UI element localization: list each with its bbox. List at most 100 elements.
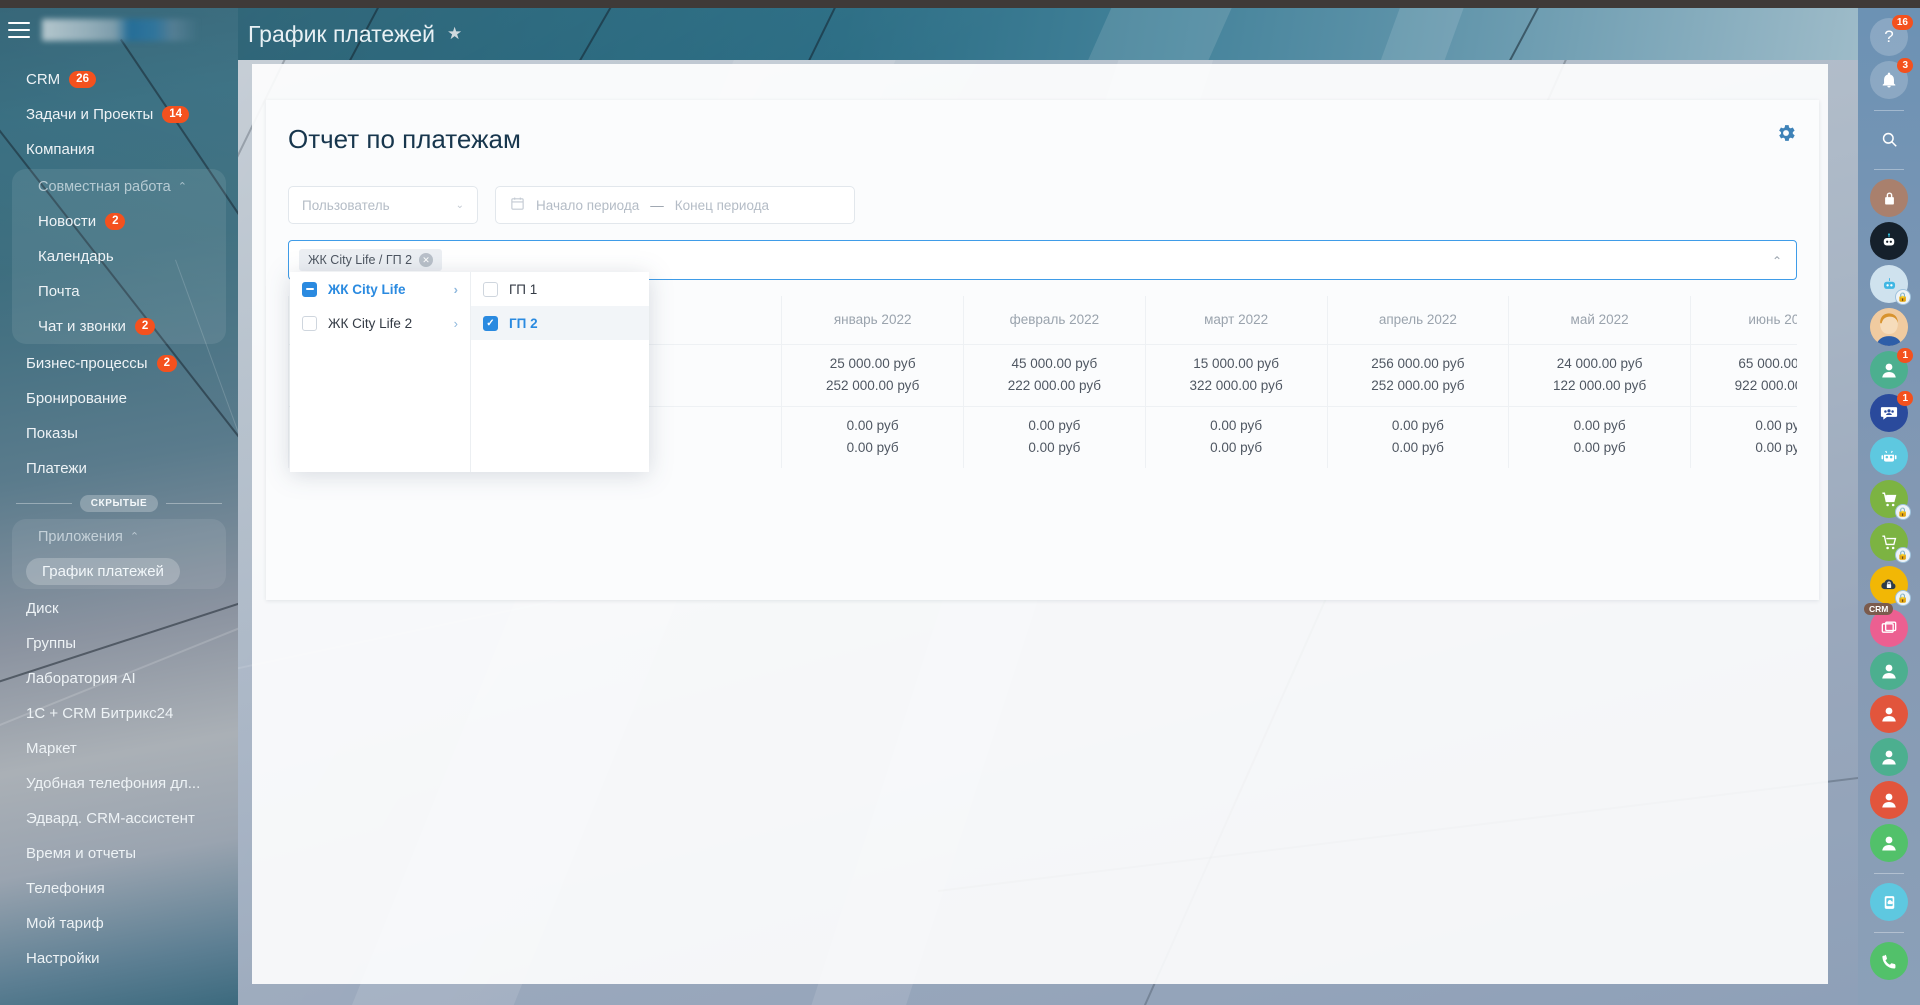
sidebar-item-showings[interactable]: Показы — [0, 416, 238, 451]
contact-avatar-green-4-icon[interactable] — [1870, 824, 1908, 862]
sidebar-item-booking[interactable]: Бронирование — [0, 381, 238, 416]
search-icon[interactable] — [1870, 120, 1908, 158]
sidebar-item-payment-schedule[interactable]: График платежей — [12, 554, 226, 589]
lock-avatar-icon[interactable] — [1870, 179, 1908, 217]
dropdown-item-gp-2[interactable]: ✓ ГП 2 — [471, 306, 649, 340]
sidebar-badge: 2 — [105, 213, 125, 230]
sidebar-item-market[interactable]: Маркет — [0, 731, 238, 766]
phone-call-icon[interactable] — [1870, 942, 1908, 980]
sidebar-group-applications: Приложения ⌃ График платежей — [12, 519, 226, 589]
selected-token[interactable]: ЖК City Life / ГП 2 ✕ — [299, 249, 442, 271]
app-header: График платежей ★ — [238, 8, 1920, 60]
gear-icon[interactable] — [1775, 122, 1797, 144]
help-glyph: ? — [1884, 27, 1893, 47]
os-top-strip — [0, 0, 1920, 8]
close-icon[interactable]: ✕ — [419, 253, 433, 267]
hamburger-menu-icon[interactable] — [8, 22, 30, 38]
user-avatar-icon[interactable] — [1870, 308, 1908, 346]
cell-top: 256 000.00 руб — [1342, 353, 1495, 375]
sidebar-item-business-processes[interactable]: Бизнес-процессы 2 — [0, 346, 238, 381]
dropdown-item-label: ГП 1 — [509, 282, 537, 297]
table-column-header: январь 2022 — [782, 296, 964, 344]
dropdown-item-zhk-city-life-2[interactable]: ЖК City Life 2 › — [290, 306, 470, 340]
workspace: Отчет по платежам Пользователь ⌄ — [238, 60, 1858, 1005]
sidebar-group-header-applications[interactable]: Приложения ⌃ — [12, 519, 226, 554]
notifications-badge: 3 — [1897, 58, 1913, 73]
left-sidebar: CRM 26 Задачи и Проекты 14 Компания Совм… — [0, 0, 238, 1005]
cell-top: 0.00 руб — [1160, 415, 1313, 437]
page-card: Отчет по платежам Пользователь ⌄ — [252, 64, 1828, 984]
sidebar-item-groups[interactable]: Группы — [0, 626, 238, 661]
sidebar-badge: 2 — [157, 355, 177, 372]
sidebar-item-crm[interactable]: CRM 26 — [0, 62, 238, 97]
table-column-header: апрель 2022 — [1327, 296, 1509, 344]
lock-badge-icon: 🔒 — [1895, 289, 1911, 305]
help-icon[interactable]: ? 16 — [1870, 18, 1908, 56]
table-cell: 256 000.00 руб252 000.00 руб — [1327, 344, 1509, 406]
cell-bottom: 252 000.00 руб — [796, 375, 949, 397]
chevron-up-icon[interactable]: ⌃ — [1772, 254, 1782, 268]
dropdown-item-zhk-city-life[interactable]: ЖК City Life › — [290, 272, 470, 306]
chevron-right-icon[interactable]: › — [454, 316, 458, 331]
sidebar-group-header-collaboration[interactable]: Совместная работа ⌃ — [12, 169, 226, 204]
user-filter-select[interactable]: Пользователь ⌄ — [288, 186, 478, 224]
page-title: График платежей — [248, 21, 435, 48]
mobile-cloud-icon[interactable] — [1870, 883, 1908, 921]
contact-avatar-green-icon[interactable]: 1 — [1870, 351, 1908, 389]
sidebar-brand-row — [0, 8, 238, 52]
sidebar-item-label: Телефония — [26, 880, 105, 897]
star-icon[interactable]: ★ — [447, 24, 462, 44]
table-column-header: май 2022 — [1509, 296, 1691, 344]
sidebar-item-ai-lab[interactable]: Лаборатория AI — [0, 661, 238, 696]
sidebar-item-disk[interactable]: Диск — [0, 591, 238, 626]
robot-locked-avatar-icon[interactable]: 🔒 — [1870, 265, 1908, 303]
sidebar-item-label: Маркет — [26, 740, 77, 757]
sidebar-active-chip-label: График платежей — [26, 558, 180, 585]
sidebar-item-label: Показы — [26, 425, 78, 442]
sidebar-item-chat-calls[interactable]: Чат и звонки 2 — [12, 309, 226, 344]
sidebar-item-payments[interactable]: Платежи — [0, 451, 238, 486]
sidebar-item-my-plan[interactable]: Мой тариф — [0, 906, 238, 941]
contact-avatar-red-icon[interactable] — [1870, 695, 1908, 733]
cell-top: 0.00 руб — [796, 415, 949, 437]
checkbox-indeterminate-icon[interactable] — [302, 282, 317, 297]
rail-divider — [1874, 873, 1904, 874]
dropdown-item-gp-1[interactable]: ГП 1 — [471, 272, 649, 306]
checkbox-unchecked-icon[interactable] — [302, 316, 317, 331]
selected-token-label: ЖК City Life / ГП 2 — [308, 253, 412, 267]
table-cell: 0.00 руб0.00 руб — [1509, 406, 1691, 468]
cloud-lock-icon[interactable]: 🔒 — [1870, 566, 1908, 604]
bot-avatar-icon[interactable] — [1870, 222, 1908, 260]
notifications-bell-icon[interactable]: 3 — [1870, 61, 1908, 99]
contact-avatar-red-2-icon[interactable] — [1870, 781, 1908, 819]
dropdown-level2-column: ГП 1 ✓ ГП 2 — [471, 272, 649, 472]
sidebar-item-settings[interactable]: Настройки — [0, 941, 238, 976]
sidebar-item-news[interactable]: Новости 2 — [12, 204, 226, 239]
chevron-up-icon: ⌃ — [130, 530, 139, 543]
table-column-header: февраль 2022 — [964, 296, 1146, 344]
cell-top: 24 000.00 руб — [1523, 353, 1676, 375]
sidebar-item-tasks-projects[interactable]: Задачи и Проекты 14 — [0, 97, 238, 132]
shop-locked-icon[interactable]: 🔒 — [1870, 480, 1908, 518]
contact-avatar-green-2-icon[interactable] — [1870, 652, 1908, 690]
sidebar-item-telephony-app[interactable]: Удобная телефония дл... — [0, 766, 238, 801]
sidebar-item-1c-crm[interactable]: 1С + CRM Битрикс24 — [0, 696, 238, 731]
sidebar-item-time-reports[interactable]: Время и отчеты — [0, 836, 238, 871]
chevron-right-icon[interactable]: › — [454, 282, 458, 297]
sidebar-item-edward-crm-assistant[interactable]: Эдвард. CRM-ассистент — [0, 801, 238, 836]
group-chat-icon[interactable]: 1 — [1870, 394, 1908, 432]
android-bot-icon[interactable] — [1870, 437, 1908, 475]
sidebar-item-calendar[interactable]: Календарь — [12, 239, 226, 274]
crm-contacts-icon[interactable]: CRM — [1870, 609, 1908, 647]
checkbox-checked-icon[interactable]: ✓ — [483, 316, 498, 331]
cell-top: 25 000.00 руб — [796, 353, 949, 375]
sidebar-item-telephony[interactable]: Телефония — [0, 871, 238, 906]
cell-bottom: 0.00 руб — [1523, 437, 1676, 459]
date-range-field[interactable]: Начало периода — Конец периода — [495, 186, 855, 224]
table-cell: 0.00 руб0.00 руб — [964, 406, 1146, 468]
checkbox-unchecked-icon[interactable] — [483, 282, 498, 297]
shop-locked-2-icon[interactable]: 🔒 — [1870, 523, 1908, 561]
sidebar-item-company[interactable]: Компания — [0, 132, 238, 167]
sidebar-item-mail[interactable]: Почта — [12, 274, 226, 309]
contact-avatar-green-3-icon[interactable] — [1870, 738, 1908, 776]
